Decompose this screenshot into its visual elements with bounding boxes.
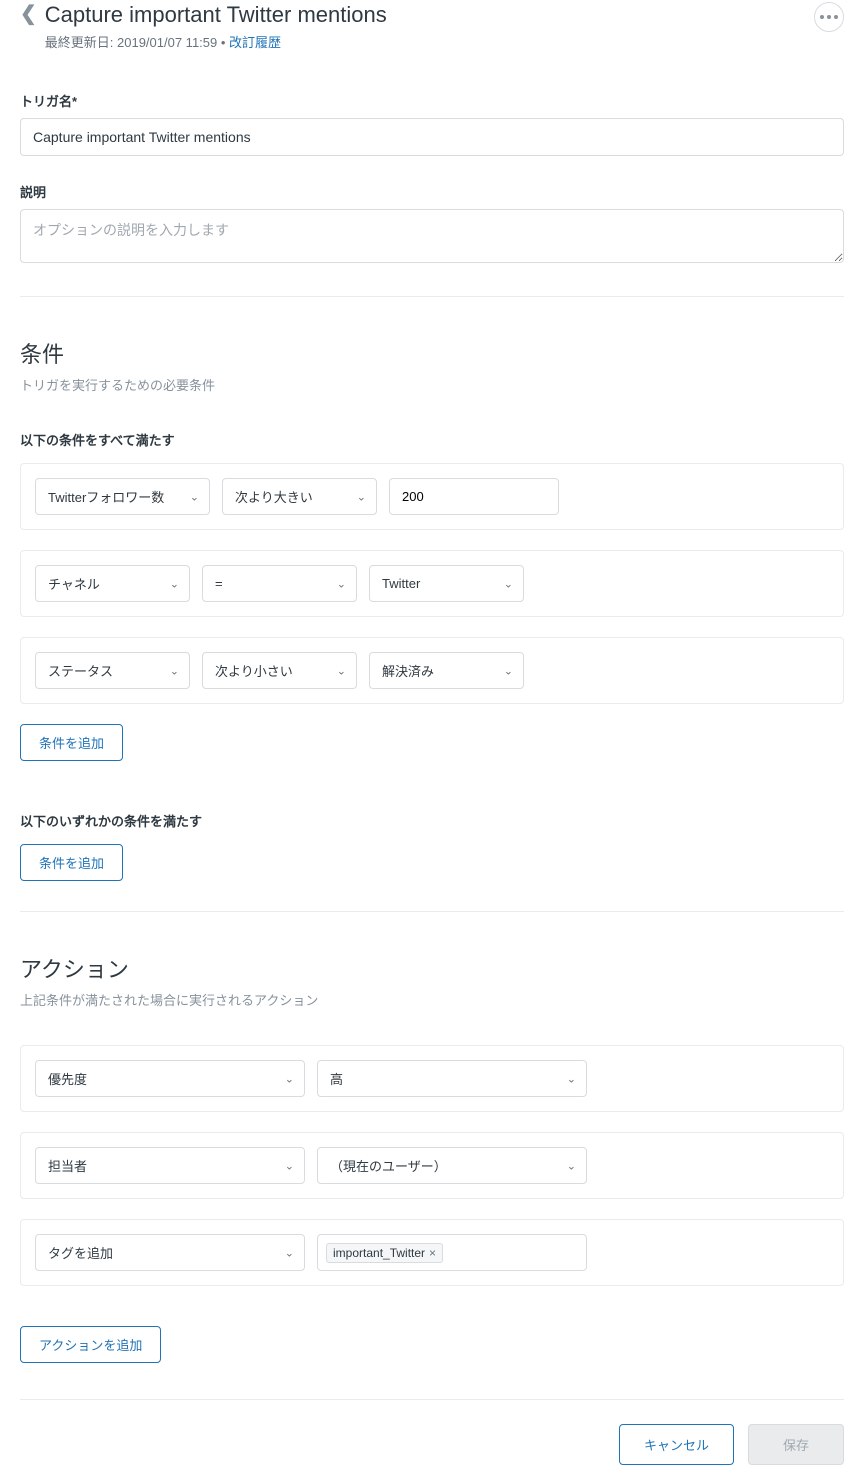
page-header: ❮ Capture important Twitter mentions 最終更…	[20, 0, 844, 51]
condition-operator-select[interactable]: 次より大きい ⌄	[222, 478, 377, 515]
trigger-name-field: トリガ名*	[20, 91, 844, 156]
chevron-down-icon: ⌄	[170, 664, 179, 677]
save-button: 保存	[748, 1424, 844, 1465]
cancel-button[interactable]: キャンセル	[619, 1424, 734, 1465]
condition-value-select[interactable]: Twitter ⌄	[369, 565, 524, 602]
condition-value-select[interactable]: 解決済み ⌄	[369, 652, 524, 689]
action-field-select[interactable]: タグを追加 ⌄	[35, 1234, 305, 1271]
chevron-down-icon: ⌄	[285, 1246, 294, 1259]
condition-operator-select[interactable]: 次より小さい ⌄	[202, 652, 357, 689]
add-condition-button[interactable]: 条件を追加	[20, 724, 123, 761]
chevron-down-icon: ⌄	[567, 1072, 576, 1085]
trigger-name-label: トリガ名*	[20, 91, 844, 110]
action-field-select[interactable]: 担当者 ⌄	[35, 1147, 305, 1184]
condition-operator-value: 次より小さい	[215, 661, 293, 680]
subtitle-separator: •	[217, 35, 229, 50]
conditions-section: 条件 トリガを実行するための必要条件 以下の条件をすべて満たす Twitterフ…	[20, 337, 844, 881]
condition-field-value: Twitterフォロワー数	[48, 487, 164, 506]
condition-field-value: ステータス	[48, 661, 113, 680]
revision-history-link[interactable]: 改訂履歴	[229, 35, 281, 50]
action-value: 高	[330, 1069, 343, 1088]
condition-field-value: チャネル	[48, 574, 100, 593]
divider	[20, 911, 844, 912]
footer: キャンセル 保存	[20, 1400, 844, 1483]
all-conditions-label: 以下の条件をすべて満たす	[20, 430, 844, 449]
chevron-down-icon: ⌄	[285, 1159, 294, 1172]
back-icon[interactable]: ❮	[20, 2, 45, 26]
condition-row: ステータス ⌄ 次より小さい ⌄ 解決済み ⌄	[20, 637, 844, 704]
action-row: 担当者 ⌄ （現在のユーザー） ⌄	[20, 1132, 844, 1199]
action-field-select[interactable]: 優先度 ⌄	[35, 1060, 305, 1097]
trigger-name-input[interactable]	[20, 118, 844, 156]
chevron-down-icon: ⌄	[190, 490, 199, 503]
chevron-down-icon: ⌄	[285, 1072, 294, 1085]
condition-value: Twitter	[382, 576, 420, 591]
tag-chip: important_Twitter ×	[326, 1243, 443, 1263]
chevron-down-icon: ⌄	[357, 490, 366, 503]
any-conditions-label: 以下のいずれかの条件を満たす	[20, 811, 844, 830]
conditions-description: トリガを実行するための必要条件	[20, 375, 844, 394]
add-action-button[interactable]: アクションを追加	[20, 1326, 161, 1363]
condition-field-select[interactable]: ステータス ⌄	[35, 652, 190, 689]
chevron-down-icon: ⌄	[567, 1159, 576, 1172]
conditions-title: 条件	[20, 337, 844, 369]
action-field-value: 担当者	[48, 1156, 87, 1175]
condition-row: Twitterフォロワー数 ⌄ 次より大きい ⌄	[20, 463, 844, 530]
condition-value-input[interactable]	[389, 478, 559, 515]
action-value-select[interactable]: （現在のユーザー） ⌄	[317, 1147, 587, 1184]
description-field: 説明	[20, 182, 844, 266]
subtitle: 最終更新日: 2019/01/07 11:59 • 改訂履歴	[45, 32, 814, 51]
description-input[interactable]	[20, 209, 844, 263]
condition-field-select[interactable]: チャネル ⌄	[35, 565, 190, 602]
tag-chip-label: important_Twitter	[333, 1246, 425, 1260]
divider	[20, 296, 844, 297]
actions-description: 上記条件が満たされた場合に実行されるアクション	[20, 990, 844, 1009]
chevron-down-icon: ⌄	[170, 577, 179, 590]
condition-operator-value: 次より大きい	[235, 487, 313, 506]
condition-operator-value: =	[215, 576, 223, 591]
condition-row: チャネル ⌄ = ⌄ Twitter ⌄	[20, 550, 844, 617]
condition-value: 解決済み	[382, 661, 434, 680]
chevron-down-icon: ⌄	[504, 577, 513, 590]
action-value-select[interactable]: 高 ⌄	[317, 1060, 587, 1097]
add-any-condition-button[interactable]: 条件を追加	[20, 844, 123, 881]
actions-section: アクション 上記条件が満たされた場合に実行されるアクション 優先度 ⌄ 高 ⌄ …	[20, 952, 844, 1363]
any-conditions-section: 以下のいずれかの条件を満たす 条件を追加	[20, 811, 844, 881]
chevron-down-icon: ⌄	[337, 577, 346, 590]
condition-field-select[interactable]: Twitterフォロワー数 ⌄	[35, 478, 210, 515]
action-field-value: 優先度	[48, 1069, 87, 1088]
chevron-down-icon: ⌄	[504, 664, 513, 677]
more-options-button[interactable]	[814, 2, 844, 32]
action-field-value: タグを追加	[48, 1243, 113, 1262]
action-row: 優先度 ⌄ 高 ⌄	[20, 1045, 844, 1112]
condition-operator-select[interactable]: = ⌄	[202, 565, 357, 602]
actions-title: アクション	[20, 952, 844, 984]
ellipsis-icon	[820, 15, 838, 19]
description-label: 説明	[20, 182, 844, 201]
action-value: （現在のユーザー）	[330, 1156, 447, 1175]
action-row: タグを追加 ⌄ important_Twitter ×	[20, 1219, 844, 1286]
chevron-down-icon: ⌄	[337, 664, 346, 677]
tag-remove-icon[interactable]: ×	[429, 1246, 436, 1260]
tag-input[interactable]: important_Twitter ×	[317, 1234, 587, 1271]
last-updated-value: 2019/01/07 11:59	[117, 35, 217, 50]
page-title: Capture important Twitter mentions	[45, 2, 814, 28]
title-block: Capture important Twitter mentions 最終更新日…	[45, 2, 814, 51]
last-updated-prefix: 最終更新日:	[45, 35, 117, 50]
